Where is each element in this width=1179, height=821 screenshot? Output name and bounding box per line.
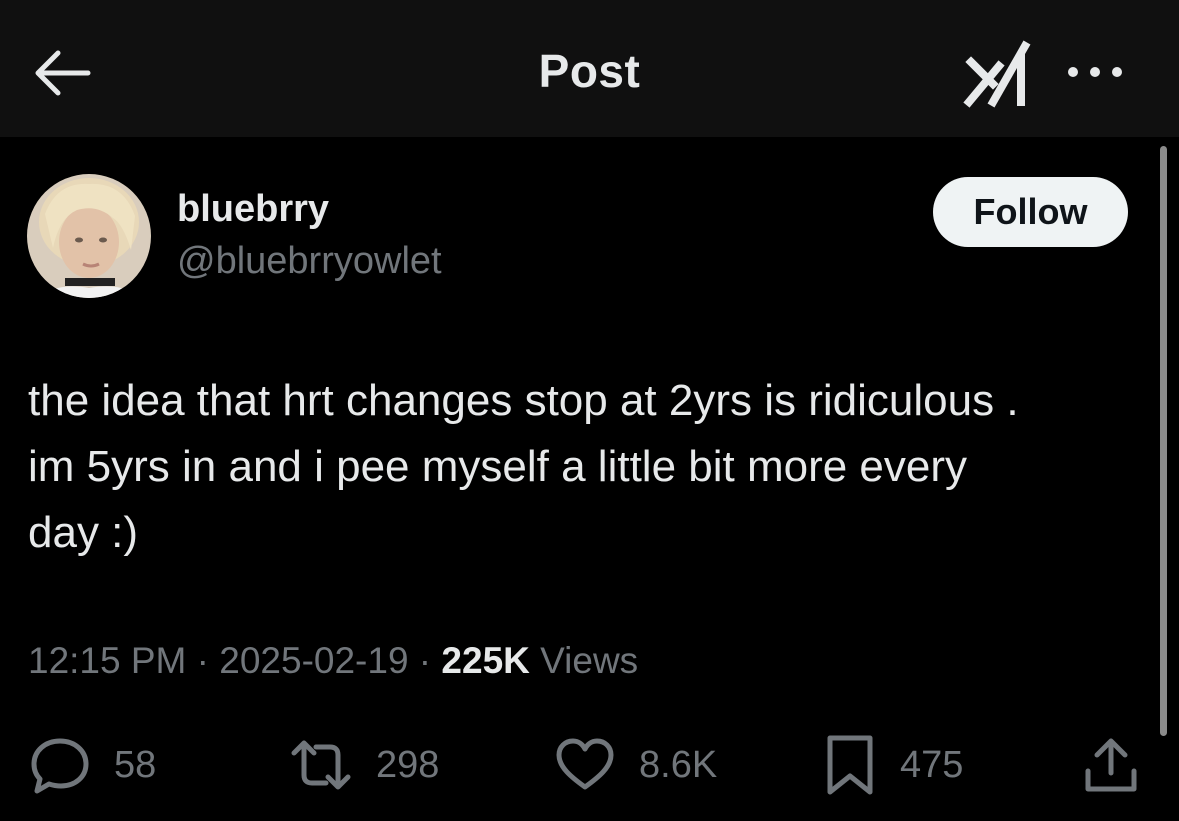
follow-button[interactable]: Follow [933, 177, 1128, 247]
more-options-button[interactable] [1062, 54, 1128, 90]
bookmark-button[interactable]: 475 [822, 730, 963, 800]
reply-count: 58 [114, 743, 157, 786]
meta-separator: · [186, 640, 220, 681]
views-count[interactable]: 225K [441, 640, 529, 681]
action-bar: 58 298 8.6K 475 [0, 730, 1179, 800]
heart-icon [556, 738, 614, 790]
repost-count: 298 [376, 743, 440, 786]
grok-button[interactable] [963, 36, 1035, 108]
top-bar: Post [0, 0, 1179, 137]
views-label[interactable]: Views [530, 640, 638, 681]
reply-icon [31, 738, 89, 794]
post-time[interactable]: 12:15 PM [28, 640, 186, 681]
share-icon [1085, 738, 1137, 792]
like-count: 8.6K [639, 743, 718, 786]
post-date[interactable]: 2025-02-19 [219, 640, 408, 681]
post-text: the idea that hrt changes stop at 2yrs i… [28, 376, 1019, 557]
repost-button[interactable]: 298 [288, 730, 439, 800]
scrollbar[interactable] [1160, 146, 1167, 736]
reply-button[interactable]: 58 [28, 730, 156, 800]
grok-logo-icon [963, 40, 1031, 108]
bookmark-count: 475 [900, 743, 964, 786]
avatar[interactable] [27, 174, 151, 298]
repost-icon [291, 740, 351, 790]
bookmark-icon [827, 735, 873, 795]
more-dots-icon [1068, 67, 1122, 77]
post-meta: 12:15 PM · 2025-02-19 · 225K Views [28, 640, 638, 682]
like-button[interactable]: 8.6K [553, 730, 717, 800]
author-handle[interactable]: @bluebrryowlet [177, 240, 442, 283]
meta-separator: · [408, 640, 442, 681]
author-display-name[interactable]: bluebrry [177, 188, 329, 231]
share-button[interactable] [1080, 730, 1142, 800]
